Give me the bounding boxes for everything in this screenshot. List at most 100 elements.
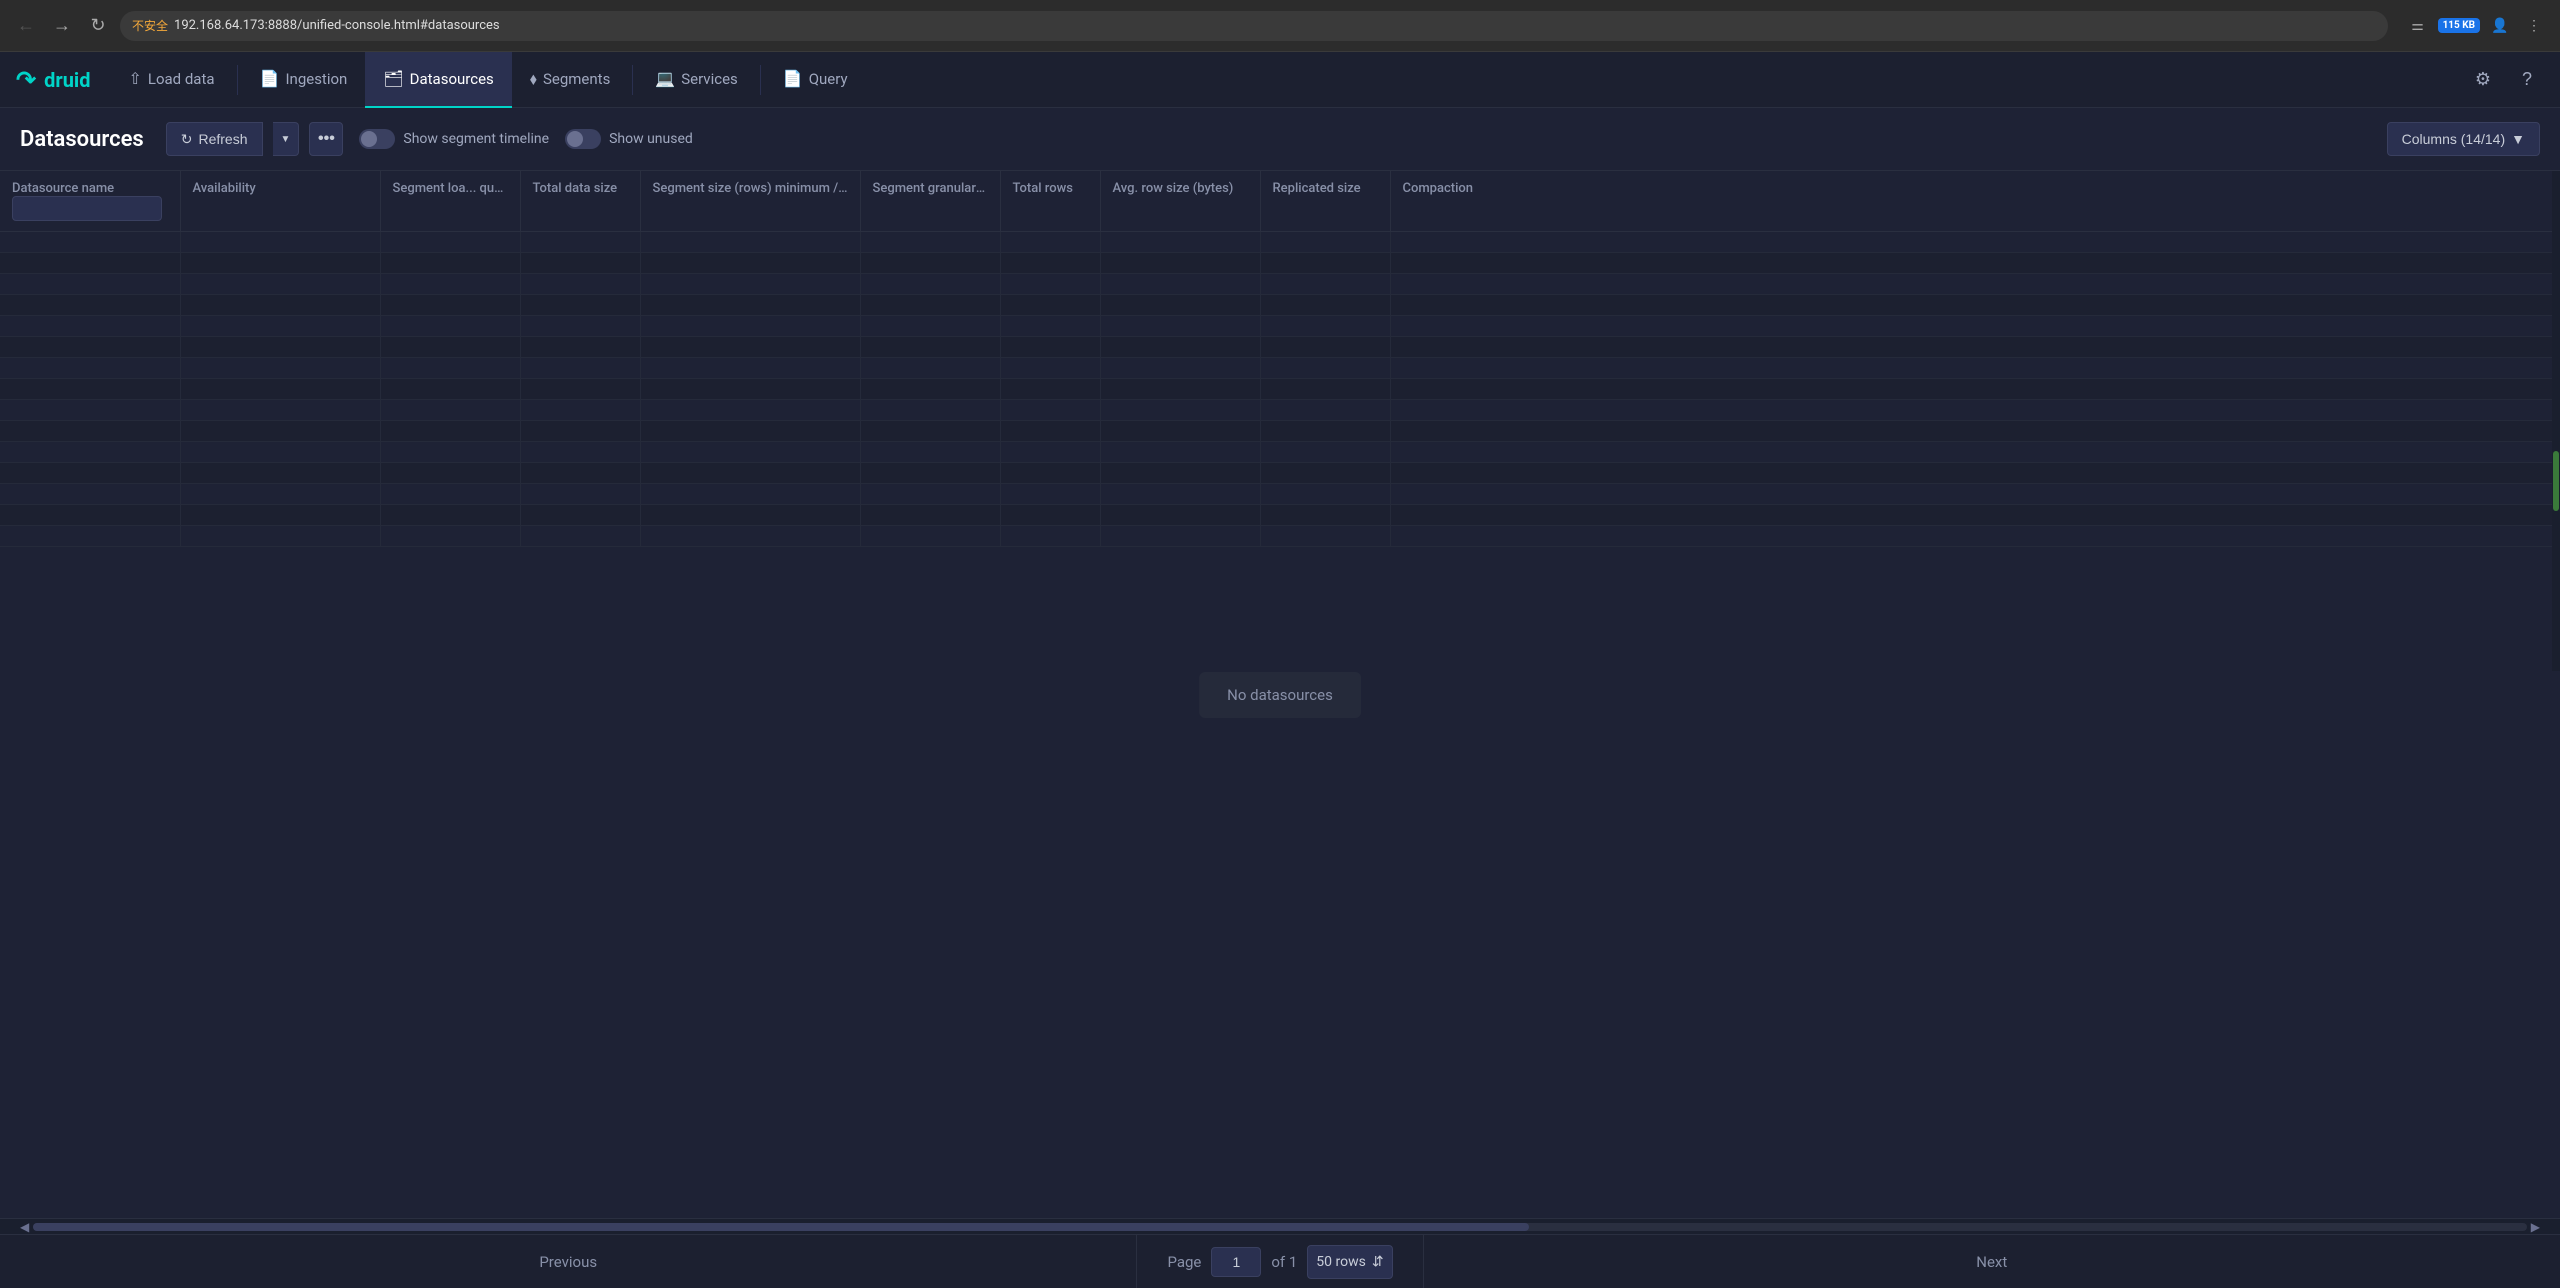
- ingestion-icon: 📄: [260, 69, 280, 88]
- col-header-total-rows[interactable]: Total rows: [1000, 171, 1100, 232]
- app-navbar: ↷ druid ⇧ Load data 📄 Ingestion 🗂 Dataso…: [0, 52, 2560, 108]
- nav-label-datasources: Datasources: [410, 70, 494, 88]
- previous-label: Previous: [539, 1253, 597, 1271]
- col-header-segment-granularity[interactable]: Segment granularity: [860, 171, 1000, 232]
- nav-separator-1: [237, 65, 238, 95]
- next-label: Next: [1976, 1253, 2007, 1271]
- scroll-right-arrow[interactable]: ▶: [2527, 1220, 2544, 1234]
- refresh-label: Refresh: [198, 131, 247, 147]
- logo-text: druid: [44, 68, 90, 92]
- col-label-avg-row-size: Avg. row size (bytes): [1113, 181, 1234, 196]
- datasources-icon: 🗂: [383, 69, 403, 88]
- col-header-segment-size[interactable]: Segment size (rows) minimum / average / …: [640, 171, 860, 232]
- nav-separator-2: [632, 65, 633, 95]
- browser-menu-button[interactable]: ⋮: [2520, 12, 2548, 40]
- logo[interactable]: ↷ druid: [16, 66, 90, 94]
- logo-icon: ↷: [16, 66, 36, 94]
- toolbar: Datasources ↻ Refresh ▼ ••• Show segment…: [0, 108, 2560, 171]
- nav-label-ingestion: Ingestion: [285, 70, 347, 88]
- of-label: of 1: [1271, 1253, 1297, 1271]
- extensions-button[interactable]: ⚌: [2404, 12, 2432, 40]
- scroll-left-arrow[interactable]: ◀: [16, 1220, 33, 1234]
- table-row: [0, 400, 2560, 421]
- col-header-availability[interactable]: Availability: [180, 171, 380, 232]
- reload-button[interactable]: ↻: [84, 12, 112, 40]
- browser-chrome: ← → ↻ 不安全 192.168.64.173:8888/unified-co…: [0, 0, 2560, 52]
- nav-item-ingestion[interactable]: 📄 Ingestion: [242, 52, 366, 108]
- nav-item-segments[interactable]: ⬧ Segments: [512, 52, 629, 108]
- col-header-segment-load[interactable]: Segment loa... queues: [380, 171, 520, 232]
- rows-select[interactable]: 50 rows ⇵: [1307, 1245, 1392, 1279]
- table-row: [0, 316, 2560, 337]
- table-row: [0, 232, 2560, 253]
- nav-right: ⚙ ?: [2466, 63, 2544, 97]
- nav-label-load-data: Load data: [148, 70, 215, 88]
- more-dots-icon: •••: [318, 130, 335, 148]
- browser-controls: ⚌ 115 KB 👤 ⋮: [2404, 12, 2548, 40]
- col-header-compaction[interactable]: Compaction: [1390, 171, 2560, 232]
- columns-button[interactable]: Columns (14/14) ▼: [2387, 122, 2540, 156]
- show-unused-label: Show unused: [609, 131, 693, 147]
- col-label-compaction: Compaction: [1403, 181, 1474, 196]
- segment-timeline-toggle-knob: [361, 131, 377, 147]
- previous-button[interactable]: Previous: [0, 1235, 1137, 1288]
- segments-icon: ⬧: [530, 69, 537, 89]
- horizontal-scrollbar[interactable]: ◀ ▶: [0, 1218, 2560, 1234]
- rows-select-icon: ⇵: [1372, 1254, 1384, 1270]
- col-label-replicated-size: Replicated size: [1273, 181, 1361, 196]
- table-row: [0, 442, 2560, 463]
- refresh-button[interactable]: ↻ Refresh: [166, 122, 263, 156]
- pagination-bar: Previous Page of 1 50 rows ⇵ Next: [0, 1234, 2560, 1288]
- nav-item-query[interactable]: 📄 Query: [765, 52, 866, 108]
- show-unused-toggle-knob: [567, 131, 583, 147]
- table-header: Datasource name Availability Segment loa…: [0, 171, 2560, 232]
- datasource-filter-input[interactable]: [12, 196, 162, 221]
- more-options-button[interactable]: •••: [309, 122, 343, 156]
- table-row: [0, 505, 2560, 526]
- main-content: Datasources ↻ Refresh ▼ ••• Show segment…: [0, 108, 2560, 1288]
- right-scrollbar-thumb: [2553, 451, 2559, 511]
- nav-items: ⇧ Load data 📄 Ingestion 🗂 Datasources ⬧ …: [110, 52, 2466, 108]
- profile-button[interactable]: 👤: [2486, 12, 2514, 40]
- scrollbar-thumb[interactable]: [33, 1223, 1529, 1231]
- settings-button[interactable]: ⚙: [2466, 63, 2500, 97]
- back-button[interactable]: ←: [12, 12, 40, 40]
- nav-item-load-data[interactable]: ⇧ Load data: [110, 52, 232, 108]
- table-row: [0, 463, 2560, 484]
- col-label-total-size: Total data size: [533, 181, 618, 196]
- columns-dropdown-icon: ▼: [2511, 131, 2525, 147]
- table-row: [0, 358, 2560, 379]
- nav-label-segments: Segments: [543, 70, 610, 88]
- refresh-dropdown-button[interactable]: ▼: [273, 122, 300, 156]
- col-label-segment-size: Segment size (rows) minimum / average / …: [653, 181, 861, 196]
- table-row: [0, 379, 2560, 400]
- next-button[interactable]: Next: [1423, 1235, 2560, 1288]
- col-header-datasource-name: Datasource name: [0, 171, 180, 232]
- right-scrollbar[interactable]: [2552, 171, 2560, 671]
- help-button[interactable]: ?: [2510, 63, 2544, 97]
- show-unused-toggle[interactable]: [565, 129, 601, 149]
- table-header-row: Datasource name Availability Segment loa…: [0, 171, 2560, 232]
- scrollbar-track[interactable]: [33, 1223, 2527, 1231]
- col-header-avg-row-size[interactable]: Avg. row size (bytes): [1100, 171, 1260, 232]
- forward-button[interactable]: →: [48, 12, 76, 40]
- page-input[interactable]: [1211, 1247, 1261, 1277]
- nav-label-services: Services: [681, 70, 738, 88]
- segment-timeline-toggle[interactable]: [359, 129, 395, 149]
- col-header-total-size[interactable]: Total data size: [520, 171, 640, 232]
- col-header-replicated-size[interactable]: Replicated size: [1260, 171, 1390, 232]
- security-warning: 不安全: [132, 17, 168, 34]
- rows-value: 50 rows: [1316, 1254, 1366, 1270]
- segment-timeline-toggle-group: Show segment timeline: [359, 129, 549, 149]
- col-label-total-rows: Total rows: [1013, 181, 1073, 196]
- services-icon: 💻: [655, 69, 675, 88]
- col-label-segment-load: Segment loa... queues: [393, 181, 521, 196]
- col-label-segment-granularity: Segment granularity: [873, 181, 990, 196]
- table-row: [0, 421, 2560, 442]
- table-container[interactable]: Datasource name Availability Segment loa…: [0, 171, 2560, 1218]
- nav-item-services[interactable]: 💻 Services: [637, 52, 755, 108]
- show-unused-toggle-group: Show unused: [565, 129, 693, 149]
- page-label: Page: [1167, 1253, 1201, 1271]
- address-bar[interactable]: 不安全 192.168.64.173:8888/unified-console.…: [120, 11, 2388, 41]
- nav-item-datasources[interactable]: 🗂 Datasources: [365, 52, 511, 108]
